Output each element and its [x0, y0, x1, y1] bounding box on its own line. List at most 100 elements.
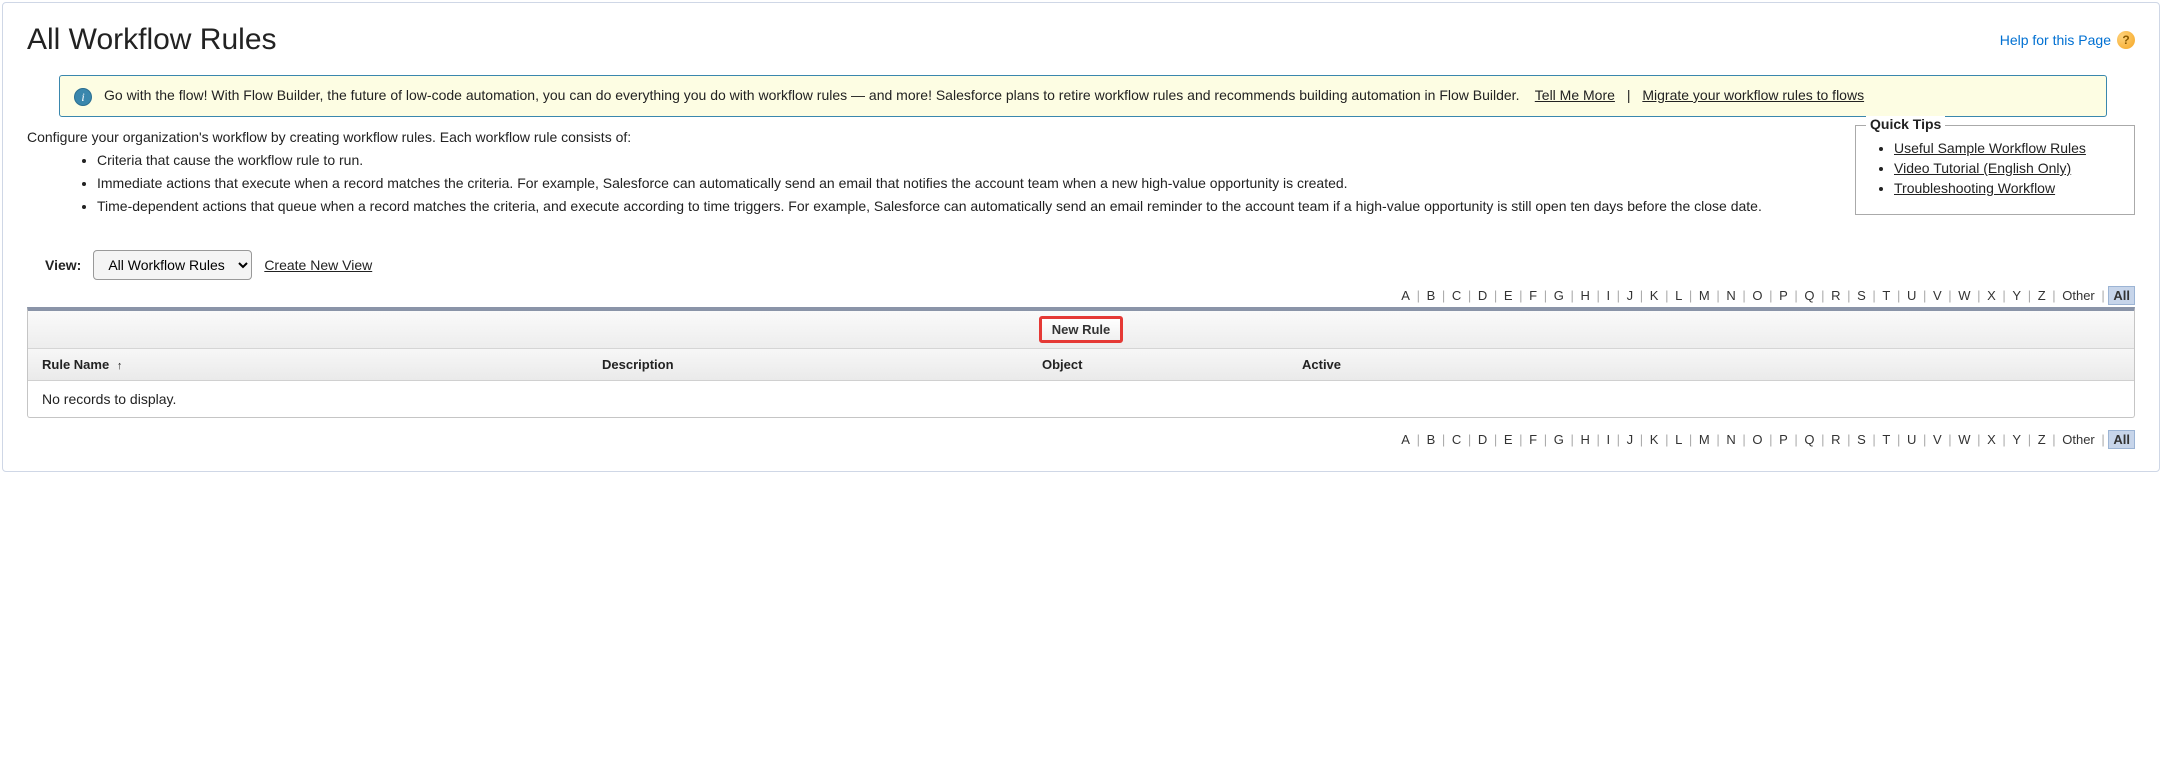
alpha-letter-X[interactable]: X: [1984, 288, 1999, 303]
alpha-sep: |: [1413, 288, 1424, 303]
alpha-letter-R[interactable]: R: [1828, 432, 1843, 447]
alpha-letter-D[interactable]: D: [1475, 288, 1490, 303]
alpha-letter-D[interactable]: D: [1475, 432, 1490, 447]
alpha-letter-V[interactable]: V: [1930, 288, 1945, 303]
alpha-letter-M[interactable]: M: [1696, 288, 1713, 303]
quick-tip-link-troubleshoot[interactable]: Troubleshooting Workflow: [1894, 180, 2055, 196]
col-rule-name[interactable]: Rule Name ↑: [28, 349, 588, 380]
alpha-letter-T[interactable]: T: [1879, 432, 1893, 447]
banner-text: Go with the flow! With Flow Builder, the…: [104, 86, 1864, 106]
alpha-letter-A[interactable]: A: [1398, 432, 1413, 447]
page-container: All Workflow Rules Help for this Page ? …: [2, 2, 2160, 472]
col-object[interactable]: Object: [1028, 349, 1288, 380]
alpha-sep: |: [1490, 288, 1501, 303]
alpha-letter-O[interactable]: O: [1749, 432, 1765, 447]
alpha-sep: |: [1464, 288, 1475, 303]
alpha-letter-Z[interactable]: Z: [2035, 288, 2049, 303]
alpha-letter-N[interactable]: N: [1723, 288, 1738, 303]
no-records-message: No records to display.: [28, 381, 2134, 417]
alpha-sep: |: [1593, 432, 1604, 447]
alpha-all[interactable]: All: [2108, 286, 2135, 305]
alpha-letter-R[interactable]: R: [1828, 288, 1843, 303]
alpha-letter-L[interactable]: L: [1672, 432, 1685, 447]
new-rule-button[interactable]: New Rule: [1039, 316, 1124, 343]
alpha-sep: |: [1893, 432, 1904, 447]
quick-tip-link-video[interactable]: Video Tutorial (English Only): [1894, 160, 2071, 176]
banner-tell-me-more-link[interactable]: Tell Me More: [1535, 87, 1615, 103]
alpha-letter-P[interactable]: P: [1776, 432, 1791, 447]
alpha-letter-Z[interactable]: Z: [2035, 432, 2049, 447]
alpha-sep: |: [1713, 432, 1724, 447]
alpha-letter-C[interactable]: C: [1449, 432, 1464, 447]
alpha-letter-B[interactable]: B: [1424, 432, 1439, 447]
banner-migrate-link[interactable]: Migrate your workflow rules to flows: [1642, 87, 1864, 103]
alpha-letter-T[interactable]: T: [1879, 288, 1893, 303]
table-header-row: Rule Name ↑ Description Object Active: [28, 349, 2134, 381]
alpha-letter-K[interactable]: K: [1647, 288, 1662, 303]
alpha-letter-Q[interactable]: Q: [1801, 432, 1817, 447]
alpha-letter-S[interactable]: S: [1854, 288, 1869, 303]
alpha-letter-U[interactable]: U: [1904, 288, 1919, 303]
alpha-sep: |: [1613, 432, 1624, 447]
alpha-letter-I[interactable]: I: [1603, 432, 1613, 447]
alpha-letter-Y[interactable]: Y: [2009, 432, 2024, 447]
alpha-letter-W[interactable]: W: [1955, 288, 1973, 303]
alpha-letter-W[interactable]: W: [1955, 432, 1973, 447]
alpha-sep: |: [1739, 432, 1750, 447]
alpha-sep: |: [1516, 432, 1527, 447]
alpha-sep: |: [1540, 288, 1551, 303]
alpha-other[interactable]: Other: [2059, 288, 2098, 303]
alpha-letter-C[interactable]: C: [1449, 288, 1464, 303]
col-active[interactable]: Active: [1288, 349, 2134, 380]
alpha-sep: |: [1713, 288, 1724, 303]
alpha-letter-P[interactable]: P: [1776, 288, 1791, 303]
alpha-sep: |: [1685, 432, 1696, 447]
col-rule-name-label: Rule Name: [42, 357, 109, 372]
alpha-letter-K[interactable]: K: [1647, 432, 1662, 447]
alpha-letter-L[interactable]: L: [1672, 288, 1685, 303]
sort-asc-icon: ↑: [117, 360, 123, 372]
view-select[interactable]: All Workflow Rules: [93, 250, 252, 280]
alpha-letter-F[interactable]: F: [1526, 432, 1540, 447]
alpha-letter-Q[interactable]: Q: [1801, 288, 1817, 303]
create-new-view-link[interactable]: Create New View: [264, 257, 372, 273]
alpha-sep: |: [1791, 432, 1802, 447]
alpha-letter-A[interactable]: A: [1398, 288, 1413, 303]
alpha-other[interactable]: Other: [2059, 432, 2098, 447]
alpha-sep: |: [1464, 432, 1475, 447]
alpha-letter-X[interactable]: X: [1984, 432, 1999, 447]
alpha-letter-F[interactable]: F: [1526, 288, 1540, 303]
alpha-sep: |: [1945, 288, 1956, 303]
alpha-letter-H[interactable]: H: [1577, 288, 1592, 303]
alpha-letter-S[interactable]: S: [1854, 432, 1869, 447]
col-description[interactable]: Description: [588, 349, 1028, 380]
alpha-sep: |: [1765, 432, 1776, 447]
alpha-letter-N[interactable]: N: [1723, 432, 1738, 447]
alpha-sep: |: [1945, 432, 1956, 447]
alpha-letter-M[interactable]: M: [1696, 432, 1713, 447]
alpha-letter-G[interactable]: G: [1551, 432, 1567, 447]
quick-tips-panel: Quick Tips Useful Sample Workflow Rules …: [1855, 125, 2135, 215]
alpha-letter-V[interactable]: V: [1930, 432, 1945, 447]
alpha-sep: |: [1999, 432, 2010, 447]
alpha-letter-O[interactable]: O: [1749, 288, 1765, 303]
alpha-letter-G[interactable]: G: [1551, 288, 1567, 303]
quick-tip-link-sample[interactable]: Useful Sample Workflow Rules: [1894, 140, 2086, 156]
intro-lead: Configure your organization's workflow b…: [27, 129, 1819, 145]
alpha-sep: |: [2098, 432, 2109, 447]
intro-text: Configure your organization's workflow b…: [27, 129, 1819, 220]
help-link[interactable]: Help for this Page ?: [2000, 31, 2135, 49]
alpha-letter-E[interactable]: E: [1501, 288, 1516, 303]
alpha-letter-U[interactable]: U: [1904, 432, 1919, 447]
alpha-letter-I[interactable]: I: [1603, 288, 1613, 303]
flow-builder-banner: i Go with the flow! With Flow Builder, t…: [59, 75, 2107, 117]
alpha-letter-H[interactable]: H: [1577, 432, 1592, 447]
alpha-all[interactable]: All: [2108, 430, 2135, 449]
alpha-sep: |: [1844, 288, 1855, 303]
alpha-letter-B[interactable]: B: [1424, 288, 1439, 303]
alpha-letter-E[interactable]: E: [1501, 432, 1516, 447]
alpha-letter-J[interactable]: J: [1624, 288, 1637, 303]
alpha-sep: |: [1413, 432, 1424, 447]
alpha-letter-Y[interactable]: Y: [2009, 288, 2024, 303]
alpha-letter-J[interactable]: J: [1624, 432, 1637, 447]
